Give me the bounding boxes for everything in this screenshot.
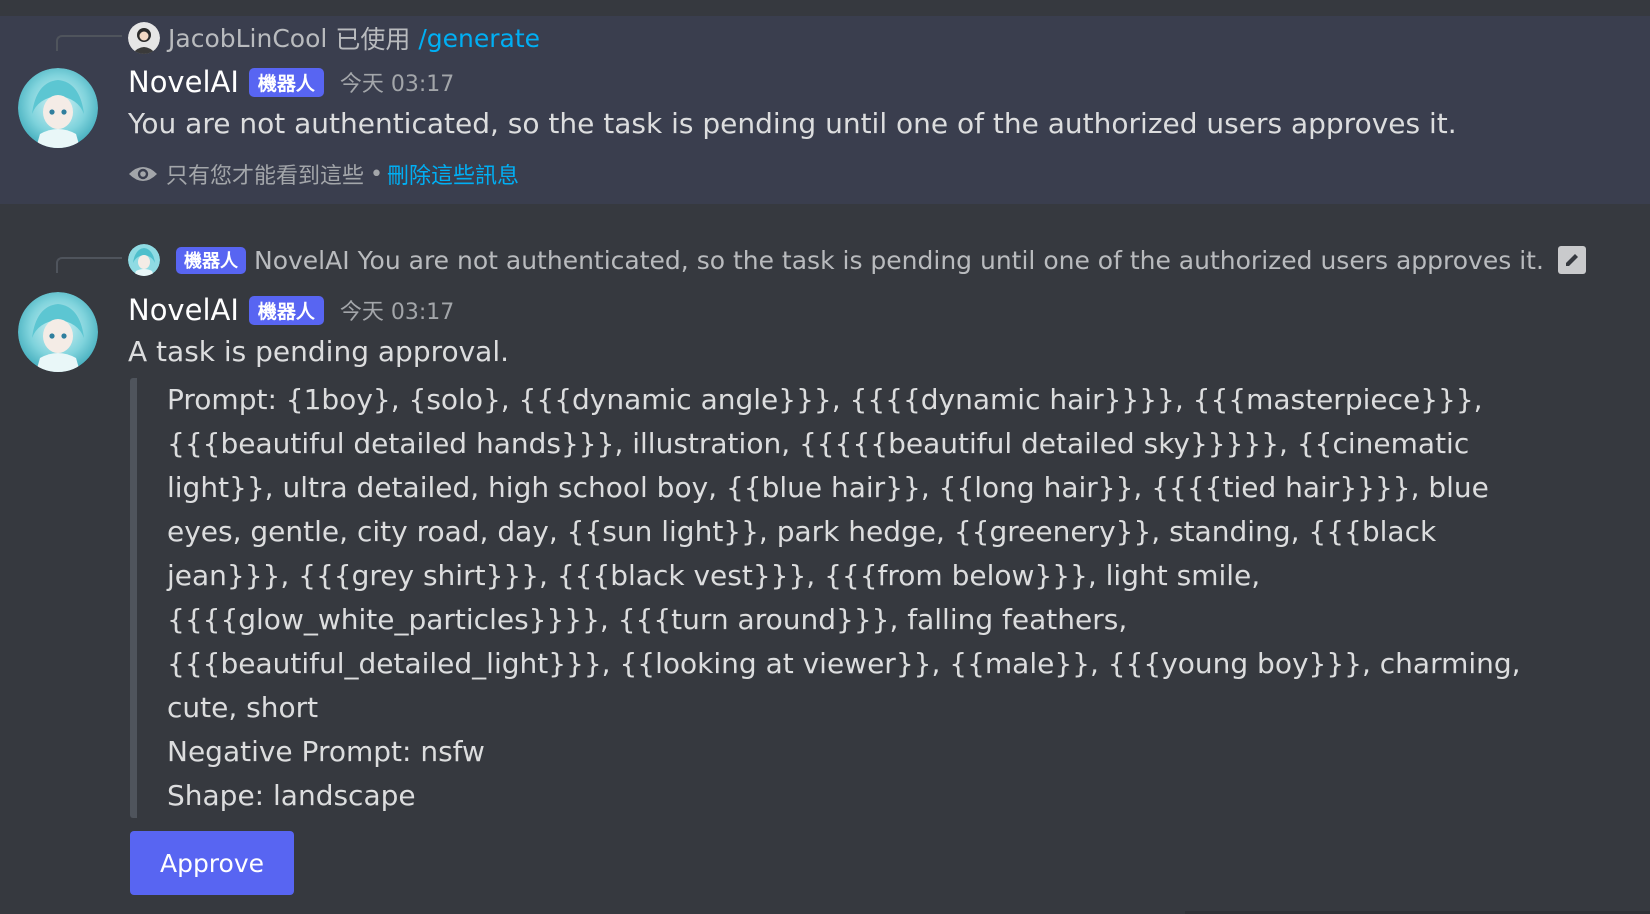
chat-view: JacobLinCool 已使用 /generate NovelAI 機器人 今… bbox=[0, 0, 1650, 914]
bot-badge: 機器人 bbox=[248, 67, 324, 97]
task-embed: Prompt: {1boy}, {solo}, {{{dynamic angle… bbox=[130, 378, 1521, 818]
reply-text[interactable]: You are not authenticated, so the task i… bbox=[358, 246, 1544, 275]
reply-spine bbox=[56, 35, 122, 51]
edit-icon[interactable] bbox=[1557, 246, 1586, 274]
ephemeral-text: 只有您才能看到這些 bbox=[166, 164, 365, 189]
message-text: You are not authenticated, so the task i… bbox=[128, 107, 1457, 140]
avatar-novelai[interactable] bbox=[18, 292, 98, 372]
dismiss-message-link[interactable]: 刪除這些訊息 bbox=[387, 158, 519, 190]
message-header: NovelAI 機器人 今天 03:17 bbox=[128, 290, 454, 330]
embed-line: {{{{glow_white_particles}}}}, {{{turn ar… bbox=[167, 603, 1128, 636]
reply-preview[interactable]: JacobLinCool 已使用 /generate bbox=[168, 20, 540, 56]
reply-avatar-novelai[interactable] bbox=[128, 244, 160, 276]
reply-action: 已使用 bbox=[335, 25, 411, 54]
bot-badge: 機器人 bbox=[248, 295, 324, 325]
embed-line: eyes, gentle, city road, day, {{sun ligh… bbox=[167, 515, 1437, 548]
top-edge bbox=[0, 0, 1650, 16]
author-name[interactable]: NovelAI bbox=[128, 65, 239, 99]
embed-line: Shape: landscape bbox=[167, 779, 416, 812]
message-text: A task is pending approval. bbox=[128, 335, 510, 368]
embed-line: light}}, ultra detailed, high school boy… bbox=[167, 471, 1489, 504]
timestamp[interactable]: 今天 03:17 bbox=[340, 294, 454, 326]
reply-spine bbox=[56, 257, 122, 273]
timestamp[interactable]: 今天 03:17 bbox=[340, 66, 454, 98]
embed-line: Prompt: {1boy}, {solo}, {{{dynamic angle… bbox=[167, 383, 1483, 416]
reply-avatar-jacoblincool[interactable] bbox=[128, 22, 160, 54]
embed-body: Prompt: {1boy}, {solo}, {{{dynamic angle… bbox=[167, 378, 1521, 818]
embed-line: Negative Prompt: nsfw bbox=[167, 735, 485, 768]
reply-username[interactable]: JacobLinCool bbox=[168, 24, 327, 53]
reply-preview[interactable]: 機器人 NovelAI You are not authenticated, s… bbox=[168, 242, 1586, 278]
approve-button[interactable]: Approve bbox=[130, 831, 294, 895]
embed-line: cute, short bbox=[167, 691, 319, 724]
reply-username[interactable]: NovelAI bbox=[254, 246, 350, 275]
message-header: NovelAI 機器人 今天 03:17 bbox=[128, 62, 454, 102]
avatar-novelai[interactable] bbox=[18, 68, 98, 148]
embed-line: jean}}}, {{{grey shirt}}}, {{{black vest… bbox=[167, 559, 1261, 592]
ephemeral-notice: 只有您才能看到這些 • 刪除這些訊息 bbox=[128, 158, 519, 190]
separator-dot: • bbox=[370, 161, 383, 187]
reply-bot-badge: 機器人 bbox=[176, 246, 246, 274]
embed-line: {{{beautiful detailed hands}}}, illustra… bbox=[167, 427, 1470, 460]
ephemeral-message: JacobLinCool 已使用 /generate NovelAI 機器人 今… bbox=[0, 16, 1650, 204]
eye-icon bbox=[129, 167, 157, 181]
author-name[interactable]: NovelAI bbox=[128, 293, 239, 327]
embed-line: {{{beautiful_detailed_light}}}, {{lookin… bbox=[167, 647, 1521, 680]
reply-command[interactable]: /generate bbox=[418, 24, 540, 53]
